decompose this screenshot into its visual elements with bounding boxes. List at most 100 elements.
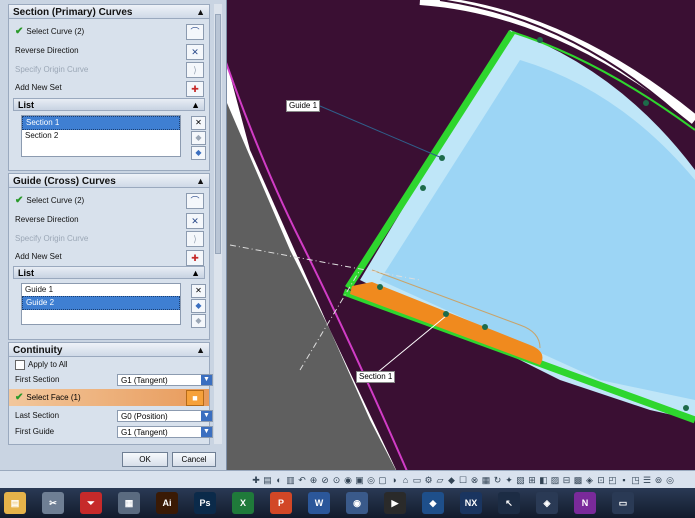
taskbar-calculator-icon[interactable]: ▦ (118, 492, 140, 514)
taskbar-acrobat-icon[interactable]: ⏷ (80, 492, 102, 514)
guide-list-header[interactable]: List ▲ (13, 266, 205, 279)
section-curves-header[interactable]: Section (Primary) Curves ▲ (8, 4, 210, 19)
select-face-row[interactable]: ✔ Select Face (1) ■ (9, 389, 209, 406)
select-face-label: Select Face (1) (26, 393, 81, 402)
toolbar-tool-icon[interactable]: ▧ (515, 474, 527, 486)
toolbar-tool-icon[interactable]: ◧ (538, 474, 550, 486)
toolbar-tool-icon[interactable]: ▢ (377, 474, 389, 486)
ok-button[interactable]: OK (122, 452, 168, 467)
taskbar-powerpoint-icon[interactable]: P (270, 492, 292, 514)
toolbar-tool-icon[interactable]: ✦ (503, 474, 515, 486)
toolbar-tool-icon[interactable]: ▭ (411, 474, 423, 486)
toolbar-tool-icon[interactable]: ⊗ (469, 474, 481, 486)
toolbar-tool-icon[interactable]: ☰ (641, 474, 653, 486)
toolbar-tool-icon[interactable]: ⚙ (423, 474, 435, 486)
toolbar-tool-icon[interactable]: ↶ (296, 474, 308, 486)
curve-select-icon[interactable]: ⌒ (186, 24, 204, 40)
guide-select-curve[interactable]: ✔ Select Curve (2) (15, 194, 84, 208)
toolbar-tool-icon[interactable]: ↻ (492, 474, 504, 486)
toolbar-tool-icon[interactable]: ⊟ (561, 474, 573, 486)
toolbar-tool-icon[interactable]: ⊕ (308, 474, 320, 486)
remove-icon[interactable]: ✕ (191, 284, 206, 298)
taskbar-explorer-icon[interactable]: ▤ (4, 492, 26, 514)
collapse-icon[interactable]: ▲ (196, 343, 205, 358)
scrollbar-thumb[interactable] (215, 14, 221, 254)
taskbar-photoshop-icon[interactable]: Ps (194, 492, 216, 514)
toolbar-tool-icon[interactable]: ⊘ (319, 474, 331, 486)
taskbar-tools-icon[interactable]: ✂ (42, 492, 64, 514)
guide-list[interactable]: Guide 1 Guide 2 (21, 283, 181, 325)
section-list-header[interactable]: List ▲ (13, 98, 205, 111)
toolbar-tool-icon[interactable]: ◎ (365, 474, 377, 486)
toolbar-tool-icon[interactable]: ◈ (584, 474, 596, 486)
first-guide-select[interactable]: G1 (Tangent) ▼ (117, 426, 213, 438)
toolbar-tool-icon[interactable]: ▤ (262, 474, 274, 486)
move-down-icon[interactable]: ◆ (191, 314, 206, 328)
list-item[interactable]: Section 1 (22, 116, 180, 130)
toolbar-tool-icon[interactable]: ⌂ (400, 474, 412, 486)
first-section-label: First Section (15, 375, 60, 384)
toolbar-tool-icon[interactable]: ◉ (342, 474, 354, 486)
face-select-icon[interactable]: ■ (186, 390, 204, 406)
taskbar-chrome-icon[interactable]: ◉ (346, 492, 368, 514)
toolbar-tool-icon[interactable]: ▣ (354, 474, 366, 486)
cancel-button[interactable]: Cancel (172, 452, 216, 467)
taskbar-illustrator-icon[interactable]: Ai (156, 492, 178, 514)
apply-to-all-checkbox[interactable]: Apply to All (15, 358, 68, 372)
toolbar-tool-icon[interactable]: ▦ (480, 474, 492, 486)
toolbar-tool-icon[interactable]: ▩ (572, 474, 584, 486)
toolbar-tool-icon[interactable]: ◳ (630, 474, 642, 486)
move-up-icon[interactable]: ◆ (191, 131, 206, 145)
toolbar-tool-icon[interactable]: ⊙ (331, 474, 343, 486)
taskbar-media-icon[interactable]: ▶ (384, 492, 406, 514)
taskbar-cursor-icon[interactable]: ↖ (498, 492, 520, 514)
taskbar-app-icon[interactable]: ◆ (422, 492, 444, 514)
taskbar-onenote-icon[interactable]: N (574, 492, 596, 514)
collapse-icon[interactable]: ▲ (196, 174, 205, 189)
first-section-select[interactable]: G1 (Tangent) ▼ (117, 374, 213, 386)
toolbar-tool-icon[interactable]: ▨ (549, 474, 561, 486)
toolbar-tool-icon[interactable]: ☐ (457, 474, 469, 486)
toolbar-tool-icon[interactable]: ⊞ (526, 474, 538, 486)
toolbar-tool-icon[interactable]: ◐ (273, 474, 285, 486)
curve-select-icon[interactable]: ⌒ (186, 193, 204, 209)
checkbox-icon[interactable] (15, 359, 25, 370)
chevron-down-icon[interactable]: ▼ (201, 427, 212, 437)
collapse-icon[interactable]: ▲ (196, 5, 205, 20)
toolbar-tool-icon[interactable]: ✚ (250, 474, 262, 486)
taskbar-word-icon[interactable]: W (308, 492, 330, 514)
reverse-direction-icon[interactable]: ✕ (186, 213, 204, 229)
collapse-icon[interactable]: ▲ (191, 99, 200, 112)
remove-icon[interactable]: ✕ (191, 116, 206, 130)
taskbar-nx-icon[interactable]: NX (460, 492, 482, 514)
toolbar-tool-icon[interactable]: ▱ (434, 474, 446, 486)
move-up-icon[interactable]: ◆ (191, 299, 206, 313)
list-item[interactable]: Guide 1 (22, 284, 180, 296)
reverse-direction-icon[interactable]: ✕ (186, 44, 204, 60)
toolbar-tool-icon[interactable]: ◑ (388, 474, 400, 486)
list-item[interactable]: Guide 2 (22, 296, 180, 310)
collapse-icon[interactable]: ▲ (191, 267, 200, 280)
section-select-curve[interactable]: ✔ Select Curve (2) (15, 25, 84, 39)
taskbar-desktop-icon[interactable]: ▭ (612, 492, 634, 514)
section-list[interactable]: Section 1 Section 2 (21, 115, 181, 157)
guide-curves-header[interactable]: Guide (Cross) Curves ▲ (8, 173, 210, 188)
continuity-header[interactable]: Continuity ▲ (8, 342, 210, 357)
chevron-down-icon[interactable]: ▼ (201, 411, 212, 421)
taskbar-excel-icon[interactable]: X (232, 492, 254, 514)
taskbar-app2-icon[interactable]: ◈ (536, 492, 558, 514)
toolbar-tool-icon[interactable]: ⊡ (595, 474, 607, 486)
last-section-select[interactable]: G0 (Position) ▼ (117, 410, 213, 422)
toolbar-tool-icon[interactable]: ◎ (664, 474, 676, 486)
add-set-icon[interactable]: ✚ (186, 81, 204, 97)
list-item[interactable]: Section 2 (22, 130, 180, 142)
add-set-icon[interactable]: ✚ (186, 250, 204, 266)
chevron-down-icon[interactable]: ▼ (201, 375, 212, 385)
toolbar-tool-icon[interactable]: ◆ (446, 474, 458, 486)
toolbar-tool-icon[interactable]: ⊚ (653, 474, 665, 486)
toolbar-tool-icon[interactable]: ▪ (618, 474, 630, 486)
move-down-icon[interactable]: ◆ (191, 146, 206, 160)
panel-scrollbar[interactable] (214, 4, 222, 444)
toolbar-tool-icon[interactable]: ◰ (607, 474, 619, 486)
toolbar-tool-icon[interactable]: ▥ (285, 474, 297, 486)
